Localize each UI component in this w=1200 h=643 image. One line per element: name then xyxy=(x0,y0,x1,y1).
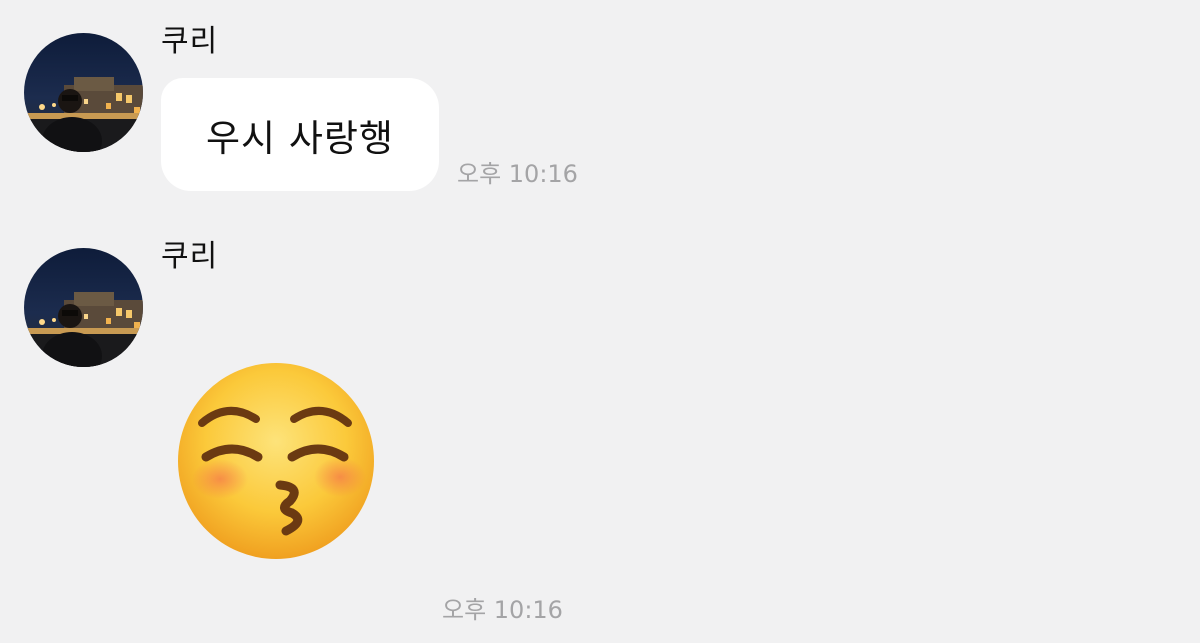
avatar-photo-icon xyxy=(24,33,143,152)
message-timestamp: 오후 10:16 xyxy=(457,160,578,188)
message-text: 우시 사랑행 xyxy=(206,116,394,160)
sender-name: 쿠리 xyxy=(161,24,219,59)
message-timestamp: 오후 10:16 xyxy=(442,596,563,624)
message-bubble[interactable]: 우시 사랑행 xyxy=(161,78,439,191)
sender-name: 쿠리 xyxy=(161,239,219,274)
sender-avatar[interactable] xyxy=(24,33,143,152)
sender-avatar[interactable] xyxy=(24,248,143,367)
kissing-face-emoji-icon[interactable] xyxy=(176,361,376,561)
avatar-photo-icon xyxy=(24,248,143,367)
